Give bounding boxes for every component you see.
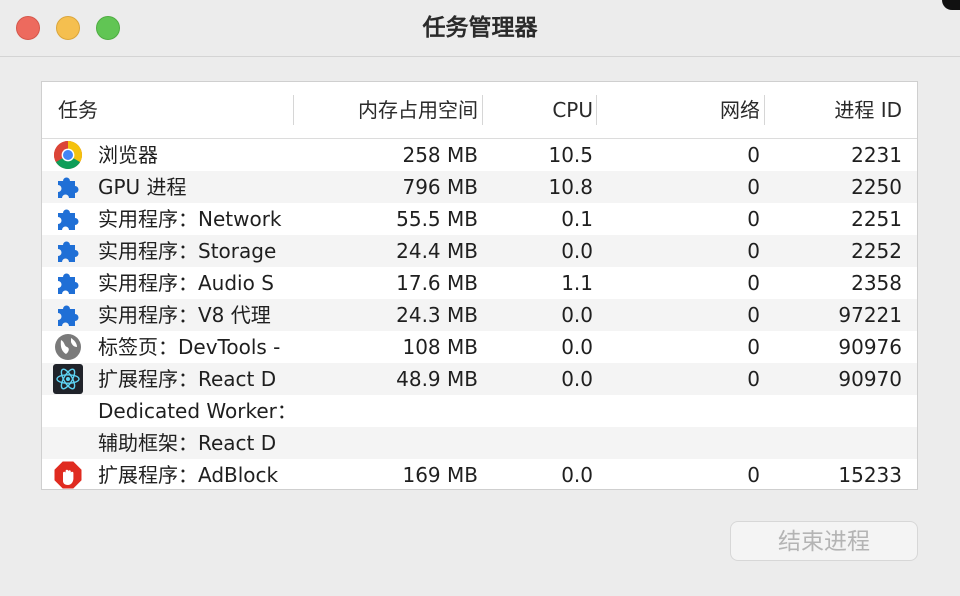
memory-value [302, 395, 478, 427]
network-value: 0 [747, 271, 760, 295]
memory-value [302, 427, 478, 459]
column-divider[interactable] [293, 95, 294, 125]
puzzle-piece-icon [53, 268, 83, 298]
cpu-value [486, 395, 593, 427]
pid-value: 2231 [851, 143, 902, 167]
table-row[interactable]: 实用程序：V8 代理 24.3 MB 0.0 0 97221 [42, 299, 917, 331]
column-header-network[interactable]: 网络 [602, 82, 760, 138]
table-row[interactable]: GPU 进程 796 MB 10.8 0 2250 [42, 171, 917, 203]
adblock-icon [53, 460, 83, 489]
cpu-value: 0.0 [561, 335, 593, 359]
column-header-task[interactable]: 任务 [58, 82, 98, 138]
table-row[interactable]: Dedicated Worker： [42, 395, 917, 427]
pid-value [770, 427, 902, 459]
pid-value: 90970 [838, 367, 902, 391]
task-name: 标签页：DevTools - [98, 335, 281, 359]
task-name: 实用程序：V8 代理 [98, 303, 271, 327]
cpu-value: 0.0 [561, 463, 593, 487]
memory-value: 24.3 MB [396, 303, 478, 327]
task-name: Dedicated Worker： [98, 399, 295, 423]
network-value: 0 [747, 303, 760, 327]
network-value: 0 [747, 143, 760, 167]
cpu-value: 0.1 [561, 207, 593, 231]
chrome-icon [53, 140, 83, 170]
column-divider[interactable] [764, 95, 765, 125]
network-value [602, 427, 760, 459]
task-name: GPU 进程 [98, 175, 187, 199]
cpu-value: 0.0 [561, 303, 593, 327]
network-value: 0 [747, 239, 760, 263]
column-divider[interactable] [482, 95, 483, 125]
cpu-value: 10.5 [548, 143, 593, 167]
task-name: 实用程序：Network [98, 207, 282, 231]
task-name: 实用程序：Audio S [98, 271, 274, 295]
network-value: 0 [747, 175, 760, 199]
puzzle-piece-icon [53, 300, 83, 330]
table-row[interactable]: 实用程序：Storage 24.4 MB 0.0 0 2252 [42, 235, 917, 267]
column-header-memory[interactable]: 内存占用空间 [302, 82, 478, 138]
network-value: 0 [747, 207, 760, 231]
table-row[interactable]: 扩展程序：React D 48.9 MB 0.0 0 90970 [42, 363, 917, 395]
table-row[interactable]: 扩展程序：AdBlock 169 MB 0.0 0 15233 [42, 459, 917, 489]
window-title: 任务管理器 [422, 15, 538, 41]
table-header: 任务 内存占用空间 CPU 网络 进程 ID [42, 82, 917, 139]
task-name: 扩展程序：AdBlock [98, 463, 279, 487]
task-name: 辅助框架：React D [98, 431, 277, 455]
cpu-value: 1.1 [561, 271, 593, 295]
table-row[interactable]: 实用程序：Network 55.5 MB 0.1 0 2251 [42, 203, 917, 235]
table-row[interactable]: 实用程序：Audio S 17.6 MB 1.1 0 2358 [42, 267, 917, 299]
puzzle-piece-icon [53, 204, 83, 234]
puzzle-piece-icon [53, 172, 83, 202]
network-value: 0 [747, 463, 760, 487]
network-value [602, 395, 760, 427]
cpu-value: 10.8 [548, 175, 593, 199]
task-name: 扩展程序：React D [98, 367, 277, 391]
cpu-value: 0.0 [561, 239, 593, 263]
task-manager-window: 任务管理器 任务 内存占用空间 CPU 网络 进程 ID 浏览器 258 MB 10… [0, 0, 960, 596]
cpu-value: 0.0 [561, 367, 593, 391]
memory-value: 55.5 MB [396, 207, 478, 231]
table-row[interactable]: 辅助框架：React D [42, 427, 917, 459]
column-header-cpu[interactable]: CPU [486, 82, 593, 138]
table-row[interactable]: 浏览器 258 MB 10.5 0 2231 [42, 139, 917, 171]
network-value: 0 [747, 335, 760, 359]
memory-value: 17.6 MB [396, 271, 478, 295]
table-body: 浏览器 258 MB 10.5 0 2231 GPU 进程 796 MB 10.8 0 2250… [42, 139, 917, 489]
end-process-button[interactable]: 结束进程 [730, 521, 918, 561]
react-icon [53, 364, 83, 394]
pid-value: 97221 [838, 303, 902, 327]
memory-value: 258 MB [402, 143, 478, 167]
task-name: 浏览器 [98, 143, 158, 167]
pid-value: 15233 [838, 463, 902, 487]
puzzle-piece-icon [53, 236, 83, 266]
pid-value: 2251 [851, 207, 902, 231]
title-bar: 任务管理器 [0, 0, 960, 57]
globe-icon [53, 332, 83, 362]
network-value: 0 [747, 367, 760, 391]
pid-value: 2358 [851, 271, 902, 295]
task-name: 实用程序：Storage [98, 239, 277, 263]
column-header-pid[interactable]: 进程 ID [770, 82, 902, 138]
memory-value: 169 MB [402, 463, 478, 487]
memory-value: 48.9 MB [396, 367, 478, 391]
table-row[interactable]: 标签页：DevTools - 108 MB 0.0 0 90976 [42, 331, 917, 363]
memory-value: 108 MB [402, 335, 478, 359]
cpu-value [486, 427, 593, 459]
pid-value: 90976 [838, 335, 902, 359]
task-table[interactable]: 任务 内存占用空间 CPU 网络 进程 ID 浏览器 258 MB 10.5 0 223… [41, 81, 918, 490]
memory-value: 796 MB [402, 175, 478, 199]
pid-value [770, 395, 902, 427]
memory-value: 24.4 MB [396, 239, 478, 263]
pid-value: 2252 [851, 239, 902, 263]
pid-value: 2250 [851, 175, 902, 199]
column-divider[interactable] [596, 95, 597, 125]
